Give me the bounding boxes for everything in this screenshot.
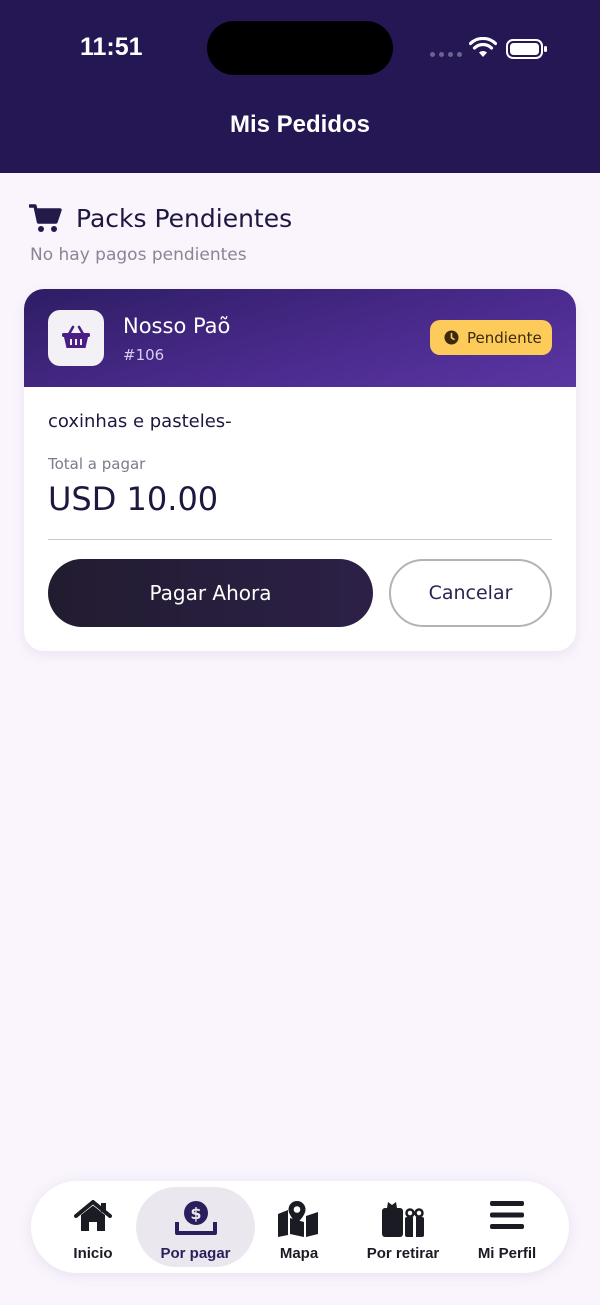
wifi-icon [469,37,497,57]
menu-icon [490,1201,524,1229]
section-title: Packs Pendientes [76,204,293,233]
nav-label: Inicio [73,1245,113,1262]
status-time: 11:51 [80,33,143,61]
total-label: Total a pagar [48,455,146,473]
clock-icon [444,330,459,345]
store-name: Nosso Paõ [123,314,231,338]
nav-item-por-pagar[interactable]: $ Por pagar [136,1187,255,1267]
nav-label: Mi Perfil [477,1245,537,1262]
map-icon [278,1201,318,1237]
nav-label: Por pagar [160,1245,231,1262]
nav-item-mi-perfil[interactable]: Mi Perfil [455,1187,559,1267]
order-number: #106 [123,346,165,364]
cellular-signal-icon [430,52,462,58]
dynamic-island [207,21,393,75]
cancel-button[interactable]: Cancelar [389,559,552,627]
app-header: 11:51 Mis Pedidos [0,0,600,173]
dollar-tray-icon: $ [175,1201,217,1235]
order-card-header: Nosso Paõ #106 Pendiente [24,289,576,387]
nav-label: Por retirar [366,1245,440,1262]
nav-item-por-retirar[interactable]: Por retirar [351,1187,455,1267]
divider [48,539,552,540]
pay-now-button[interactable]: Pagar Ahora [48,559,373,627]
page-title: Mis Pedidos [229,111,371,138]
status-badge-label: Pendiente [467,329,542,347]
order-description: coxinhas e pasteles- [48,411,232,432]
home-icon [74,1200,112,1231]
basket-icon [62,325,90,348]
cart-icon [29,204,62,232]
store-logo [48,310,104,366]
nav-item-inicio[interactable]: Inicio [41,1187,145,1267]
svg-text:$: $ [190,1204,201,1223]
bottom-nav: Inicio $ Por pagar Mapa Por retirar Mi P… [31,1181,569,1273]
total-value: USD 10.00 [48,480,219,518]
section-subtitle: No hay pagos pendientes [30,245,247,265]
battery-icon [506,39,547,59]
nav-item-mapa[interactable]: Mapa [247,1187,351,1267]
status-badge: Pendiente [430,320,552,355]
nav-label: Mapa [279,1245,319,1262]
gift-icon [382,1202,424,1237]
order-card: Nosso Paõ #106 Pendiente coxinhas e past… [24,289,576,651]
